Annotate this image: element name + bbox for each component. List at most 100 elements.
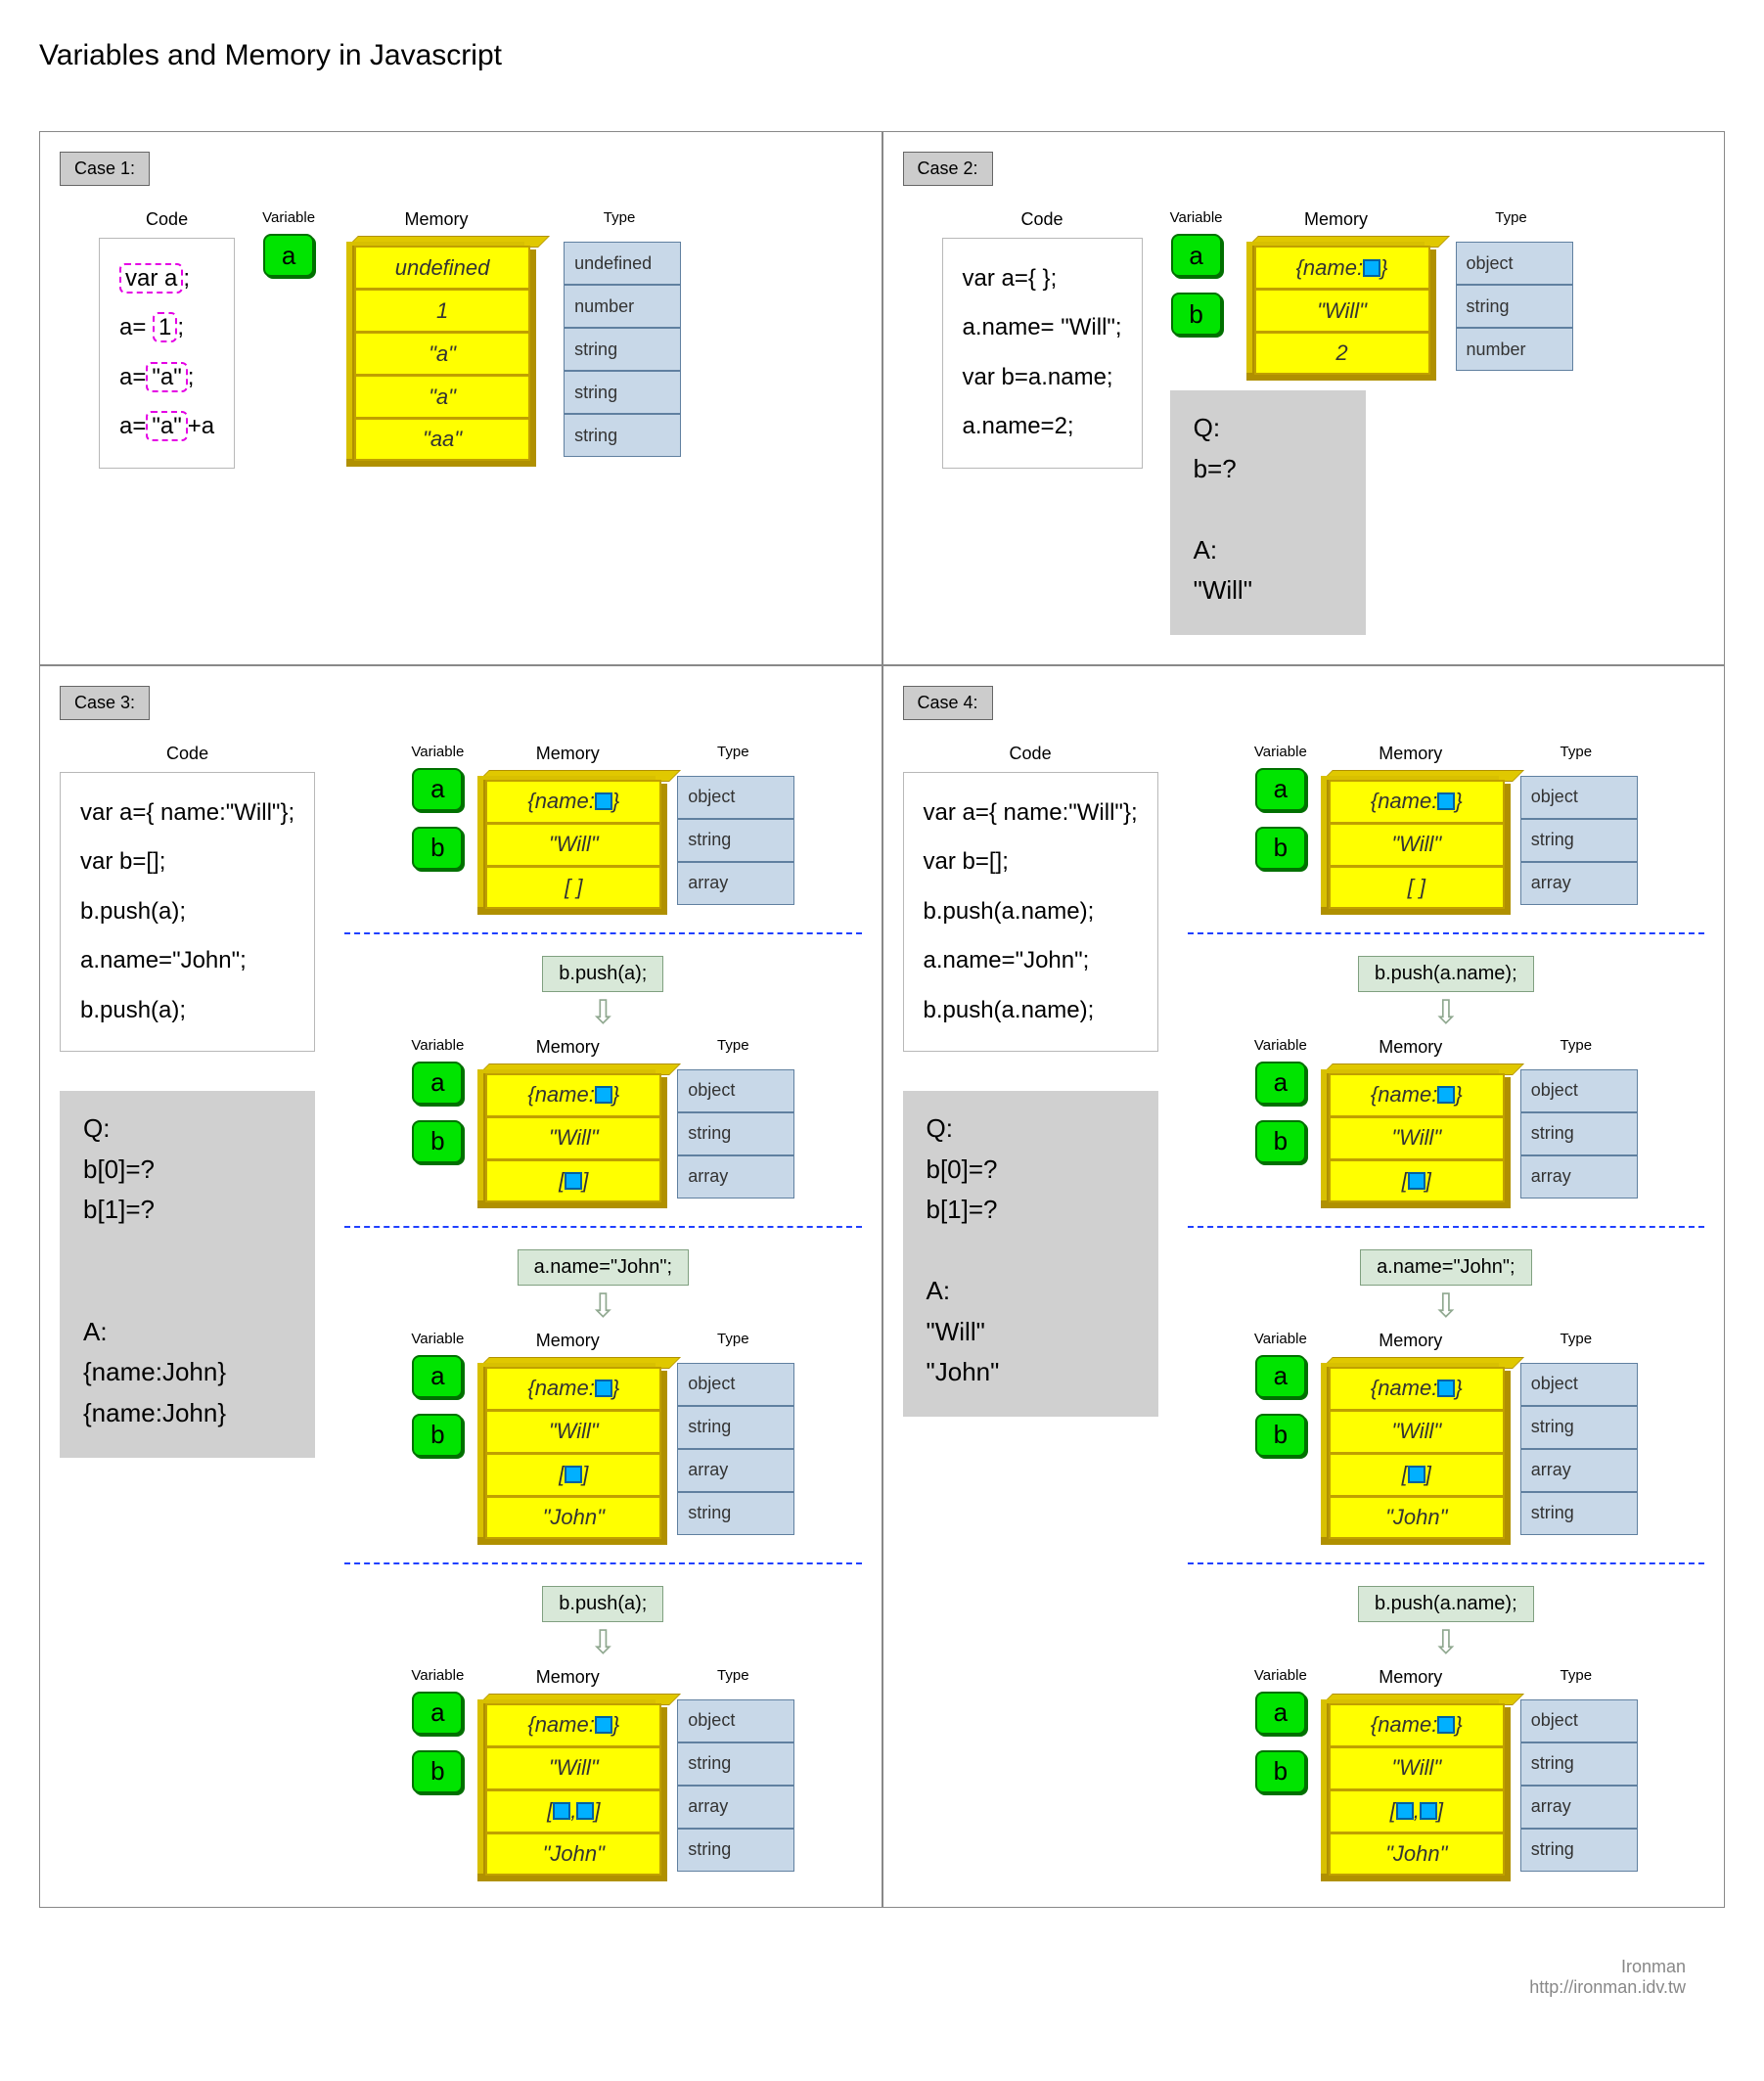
memory-cell: "aa": [354, 418, 530, 461]
variable-heading: Variable: [262, 209, 315, 226]
type-cell: object: [677, 1363, 794, 1406]
memory-stack: undefined 1 "a" "a" "aa": [352, 246, 530, 463]
ref-icon: [576, 1802, 594, 1820]
memory-cell: [ , ]: [485, 1789, 661, 1832]
step-label: b.push(a.name);: [1358, 1586, 1534, 1622]
variable-a: a: [1255, 1355, 1306, 1398]
step-divider: [344, 1226, 861, 1228]
case-4-steps: Variable ab Memory {name: } "Will" [ ] T…: [1188, 744, 1704, 1877]
q-text: b[1]=?: [927, 1190, 1135, 1231]
memory-cell: "John": [1329, 1832, 1505, 1876]
type-cell: object: [1456, 242, 1573, 285]
variable-b: b: [1255, 1750, 1306, 1793]
variable-b: b: [412, 1414, 463, 1457]
down-arrow-icon: ⇩: [589, 1626, 617, 1659]
ref-icon: [595, 1380, 612, 1397]
memory-cell: 2: [1254, 332, 1430, 375]
down-arrow-icon: ⇩: [589, 1289, 617, 1323]
case-4: Case 4: Code var a={ name:"Will"}; var b…: [882, 665, 1726, 1908]
variable-a: a: [1255, 1062, 1306, 1105]
type-cell: array: [1520, 862, 1638, 905]
type-cell: object: [677, 1699, 794, 1742]
memory-cell: [ , ]: [1329, 1789, 1505, 1832]
memory-heading: Memory: [536, 1037, 600, 1058]
memory-cell: {name: }: [1254, 246, 1430, 289]
type-stack: undefined number string string string: [564, 242, 681, 457]
step-divider: [1188, 1226, 1704, 1228]
case-1-code: var a; a= 1; a="a"; a="a"+a: [99, 238, 235, 469]
footer-url: http://ironman.idv.tw: [39, 1977, 1686, 1998]
variable-b: b: [1255, 1414, 1306, 1457]
type-cell: array: [1520, 1449, 1638, 1492]
memory-heading: Memory: [405, 209, 469, 230]
case-1: Case 1: Code var a; a= 1; a="a"; a="a"+a…: [39, 131, 882, 665]
variable-b: b: [412, 1120, 463, 1163]
variable-heading: Variable: [411, 744, 464, 760]
variable-b: b: [412, 827, 463, 870]
step-label: b.push(a.name);: [1358, 956, 1534, 992]
step-label: b.push(a);: [542, 1586, 663, 1622]
type-cell: array: [1520, 1786, 1638, 1829]
page-title: Variables and Memory in Javascript: [39, 39, 1725, 72]
memory-stack: {name: } "Will" [ ]: [1327, 1073, 1505, 1204]
case-4-label: Case 4:: [903, 686, 993, 720]
memory-heading: Memory: [1379, 744, 1442, 764]
variable-a: a: [412, 1355, 463, 1398]
ref-icon: [1396, 1802, 1414, 1820]
down-arrow-icon: ⇩: [1432, 1626, 1461, 1659]
ref-icon: [1437, 792, 1455, 810]
variable-a: a: [263, 234, 314, 277]
type-cell: number: [1456, 328, 1573, 371]
type-cell: array: [677, 1786, 794, 1829]
down-arrow-icon: ⇩: [1432, 1289, 1461, 1323]
memory-heading: Memory: [1304, 209, 1368, 230]
memory-cell: "Will": [1329, 1116, 1505, 1159]
variable-b: b: [1171, 293, 1222, 336]
variable-a: a: [412, 768, 463, 811]
memory-cell: [ ]: [485, 1453, 661, 1496]
ref-icon: [553, 1802, 570, 1820]
type-cell: undefined: [564, 242, 681, 285]
step-label: a.name="John";: [518, 1249, 690, 1286]
step-label: a.name="John";: [1360, 1249, 1532, 1286]
ref-icon: [595, 1086, 612, 1104]
type-cell: string: [677, 819, 794, 862]
variable-heading: Variable: [1254, 744, 1307, 760]
a-text: {name:John}: [83, 1393, 292, 1434]
ref-icon: [1363, 259, 1380, 277]
memory-cell: "Will": [1254, 289, 1430, 332]
code-line: var a={ name:"Will"};: [80, 789, 294, 837]
type-cell: object: [1520, 1069, 1638, 1112]
ref-icon: [1437, 1086, 1455, 1104]
case-2-label: Case 2:: [903, 152, 993, 186]
type-cell: object: [1520, 1699, 1638, 1742]
type-heading: Type: [1560, 1037, 1593, 1054]
footer: Ironman http://ironman.idv.tw: [39, 1957, 1725, 1998]
type-cell: object: [1520, 1363, 1638, 1406]
type-heading: Type: [1560, 1667, 1593, 1684]
code-line: var a={ };: [963, 254, 1122, 303]
memory-stack: {name: } "Will" [ , ] "John": [1327, 1703, 1505, 1877]
memory-stack: {name: } "Will" [ ] "John": [483, 1367, 661, 1541]
code-line: a.name="John";: [924, 936, 1138, 985]
memory-cell: {name: }: [485, 1073, 661, 1116]
type-cell: string: [564, 414, 681, 457]
memory-cell: {name: }: [1329, 780, 1505, 823]
code-line: a= 1;: [119, 303, 214, 352]
memory-cell: {name: }: [1329, 1703, 1505, 1746]
memory-cell: {name: }: [1329, 1367, 1505, 1410]
case-3-steps: Variable ab Memory {name: } "Will" [ ] T…: [344, 744, 861, 1877]
code-line: var a;: [119, 254, 214, 303]
variable-heading: Variable: [411, 1331, 464, 1347]
variable-b: b: [1255, 1120, 1306, 1163]
variable-a: a: [1255, 768, 1306, 811]
q-label: Q:: [927, 1108, 1135, 1150]
a-label: A:: [1194, 530, 1342, 571]
memory-cell: "Will": [485, 1410, 661, 1453]
variable-heading: Variable: [1254, 1037, 1307, 1054]
type-cell: array: [677, 1155, 794, 1199]
memory-heading: Memory: [536, 744, 600, 764]
type-cell: object: [677, 1069, 794, 1112]
q-text: b[0]=?: [927, 1150, 1135, 1191]
type-cell: array: [677, 1449, 794, 1492]
